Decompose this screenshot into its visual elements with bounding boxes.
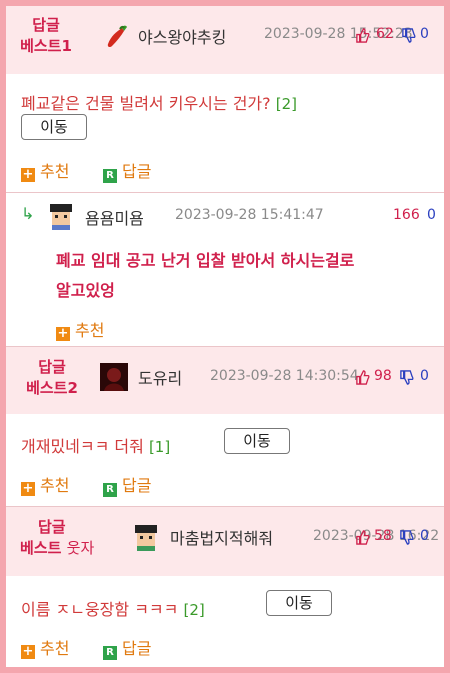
best-rank-text: 베스트 [20, 539, 62, 557]
thumbs-up-icon[interactable] [355, 530, 370, 545]
reply-text-line: 폐교 임대 공고 난거 입찰 받아서 하시는걸로 [56, 251, 355, 270]
timestamp: 2023-09-28 15:41:47 [175, 207, 324, 223]
timestamp: 2023-09-28 14:30:54 [210, 368, 359, 384]
move-button[interactable]: 이동 [224, 428, 290, 454]
comment-body: 이름 ㅈㄴ웅장함 ㅋㅋㅋ [2] [21, 596, 205, 620]
reply-r-icon: R [103, 483, 117, 497]
like-count: 58 [374, 528, 392, 544]
comment-text: 이름 ㅈㄴ웅장함 ㅋㅋㅋ [21, 600, 179, 619]
best-label-text: 답글 [38, 518, 66, 536]
plus-icon: + [21, 481, 35, 496]
best-tag: 웃자 [66, 539, 95, 557]
thumbs-down-icon[interactable] [399, 370, 414, 385]
reply-count[interactable]: [2] [276, 95, 297, 113]
reply-text-line: 알고있엉 [56, 281, 115, 300]
like-count: 62 [376, 26, 394, 42]
plus-icon: + [21, 167, 35, 182]
recommend-label: 추천 [40, 162, 70, 181]
comment-list: 답글 베스트1 야스왕야추킹 2023-09-28 15:52:23 62 0 … [6, 6, 444, 667]
reply-label: 답글 [122, 476, 152, 495]
thumbs-down-icon[interactable] [401, 28, 416, 43]
dislike-count: 0 [427, 207, 436, 223]
dislike-count: 0 [420, 528, 429, 544]
pixel-avatar [135, 525, 157, 551]
comment-body: 개재밌네ㅋㅋ 더줘 [1] [21, 433, 170, 457]
reply-button[interactable]: R 답글 [103, 635, 151, 660]
dislike-count: 0 [420, 26, 429, 42]
comment-text: 개재밌네ㅋㅋ 더줘 [21, 437, 144, 456]
divider [6, 192, 444, 193]
reply-label: 답글 [122, 162, 152, 181]
best-label-text: 답글 [38, 358, 66, 376]
nickname[interactable]: 도유리 [138, 365, 182, 389]
best-rank: 베스트2 [26, 379, 78, 397]
recommend-button[interactable]: + 추천 [56, 317, 104, 341]
reply-arrow-icon: ↳ [21, 204, 35, 223]
recommend-button[interactable]: + 추천 [21, 158, 69, 182]
thumbs-up-icon[interactable] [355, 370, 370, 385]
reply-r-icon: R [103, 646, 117, 660]
like-count: 166 [393, 207, 420, 223]
thumbs-up-icon[interactable] [355, 28, 370, 43]
best-label-text: 답글 [32, 16, 60, 34]
move-button[interactable]: 이동 [266, 590, 332, 616]
reply-button[interactable]: R 답글 [103, 158, 151, 183]
best-rank: 베스트1 [20, 37, 72, 55]
reply-count[interactable]: [1] [149, 438, 170, 456]
comment-body: 폐교같은 건물 빌려서 키우시는 건가? [2] [21, 90, 297, 114]
reply-body: 폐교 임대 공고 난거 입찰 받아서 하시는걸로 알고있엉 [56, 246, 431, 306]
reply-count[interactable]: [2] [183, 601, 204, 619]
plus-icon: + [21, 644, 35, 659]
dark-avatar [100, 363, 128, 391]
best-label: 답글 베스트2 [20, 357, 84, 399]
nickname[interactable]: 욤욤미욤 [85, 205, 144, 229]
pixel-avatar [50, 204, 72, 230]
dislike-count: 0 [420, 368, 429, 384]
recommend-button[interactable]: + 추천 [21, 635, 69, 659]
recommend-label: 추천 [40, 639, 70, 658]
reply-label: 답글 [122, 639, 152, 658]
reply-r-icon: R [103, 169, 117, 183]
plus-icon: + [56, 326, 70, 341]
nickname[interactable]: 마춤법지적해줘 [170, 525, 273, 549]
comment-text: 폐교같은 건물 빌려서 키우시는 건가? [21, 94, 271, 113]
nickname[interactable]: 야스왕야추킹 [138, 24, 226, 48]
chili-avatar [107, 25, 127, 48]
best-label: 답글 베스트 웃자 [20, 517, 120, 559]
move-button[interactable]: 이동 [21, 114, 87, 140]
like-count: 98 [374, 368, 392, 384]
recommend-button[interactable]: + 추천 [21, 472, 69, 496]
reply-button[interactable]: R 답글 [103, 472, 151, 497]
best-label: 답글 베스트1 [14, 15, 78, 57]
recommend-label: 추천 [75, 321, 105, 340]
thumbs-down-icon[interactable] [399, 530, 414, 545]
best-rank: 베스트 웃자 [20, 538, 120, 559]
recommend-label: 추천 [40, 476, 70, 495]
